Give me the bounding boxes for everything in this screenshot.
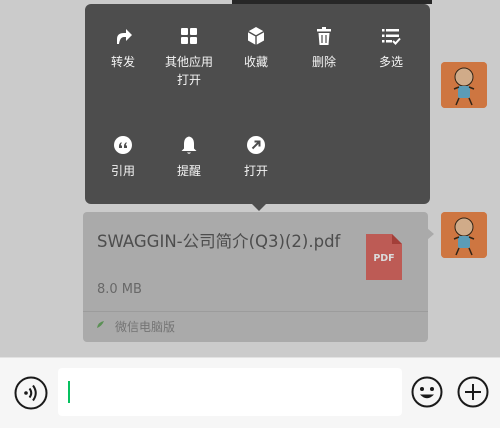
menu-item-label: 引用 <box>110 164 135 178</box>
menu-item-favorite[interactable]: 收藏 <box>226 26 286 71</box>
input-bar <box>0 357 500 428</box>
quote-icon <box>114 136 132 154</box>
menu-item-label: 其他应用 打开 <box>164 55 213 87</box>
menu-item-remind[interactable]: 提醒 <box>159 135 219 180</box>
text-cursor <box>68 381 70 403</box>
checklist-icon <box>382 29 401 45</box>
menu-item-label: 打开 <box>243 164 268 178</box>
menu-item-delete[interactable]: 删除 <box>294 26 354 71</box>
menu-item-multi-select[interactable]: 多选 <box>361 26 421 71</box>
trash-icon <box>317 27 331 45</box>
cube-icon <box>247 27 265 45</box>
bell-icon <box>181 136 197 154</box>
menu-item-open[interactable]: 打开 <box>226 135 286 180</box>
menu-item-open-other-app[interactable]: 其他应用 打开 <box>159 26 219 89</box>
menu-item-label: 转发 <box>110 55 135 69</box>
message-context-menu: 转发 其他应用 打开 收藏 删除 多选 引用 提醒 打开 <box>85 4 430 204</box>
menu-item-label: 多选 <box>378 55 403 69</box>
message-input[interactable] <box>58 368 402 416</box>
menu-item-label: 提醒 <box>176 164 201 178</box>
forward-icon <box>117 29 132 44</box>
open-arrow-icon <box>247 136 265 154</box>
emoji-button[interactable] <box>411 376 443 408</box>
menu-item-forward[interactable]: 转发 <box>93 26 153 71</box>
menu-item-quote[interactable]: 引用 <box>93 135 153 180</box>
menu-item-label: 删除 <box>311 55 336 69</box>
voice-input-button[interactable] <box>14 376 48 410</box>
add-more-button[interactable] <box>457 376 489 408</box>
apps-grid-icon <box>181 28 197 44</box>
menu-pointer <box>251 203 267 211</box>
menu-item-label: 收藏 <box>243 55 268 69</box>
